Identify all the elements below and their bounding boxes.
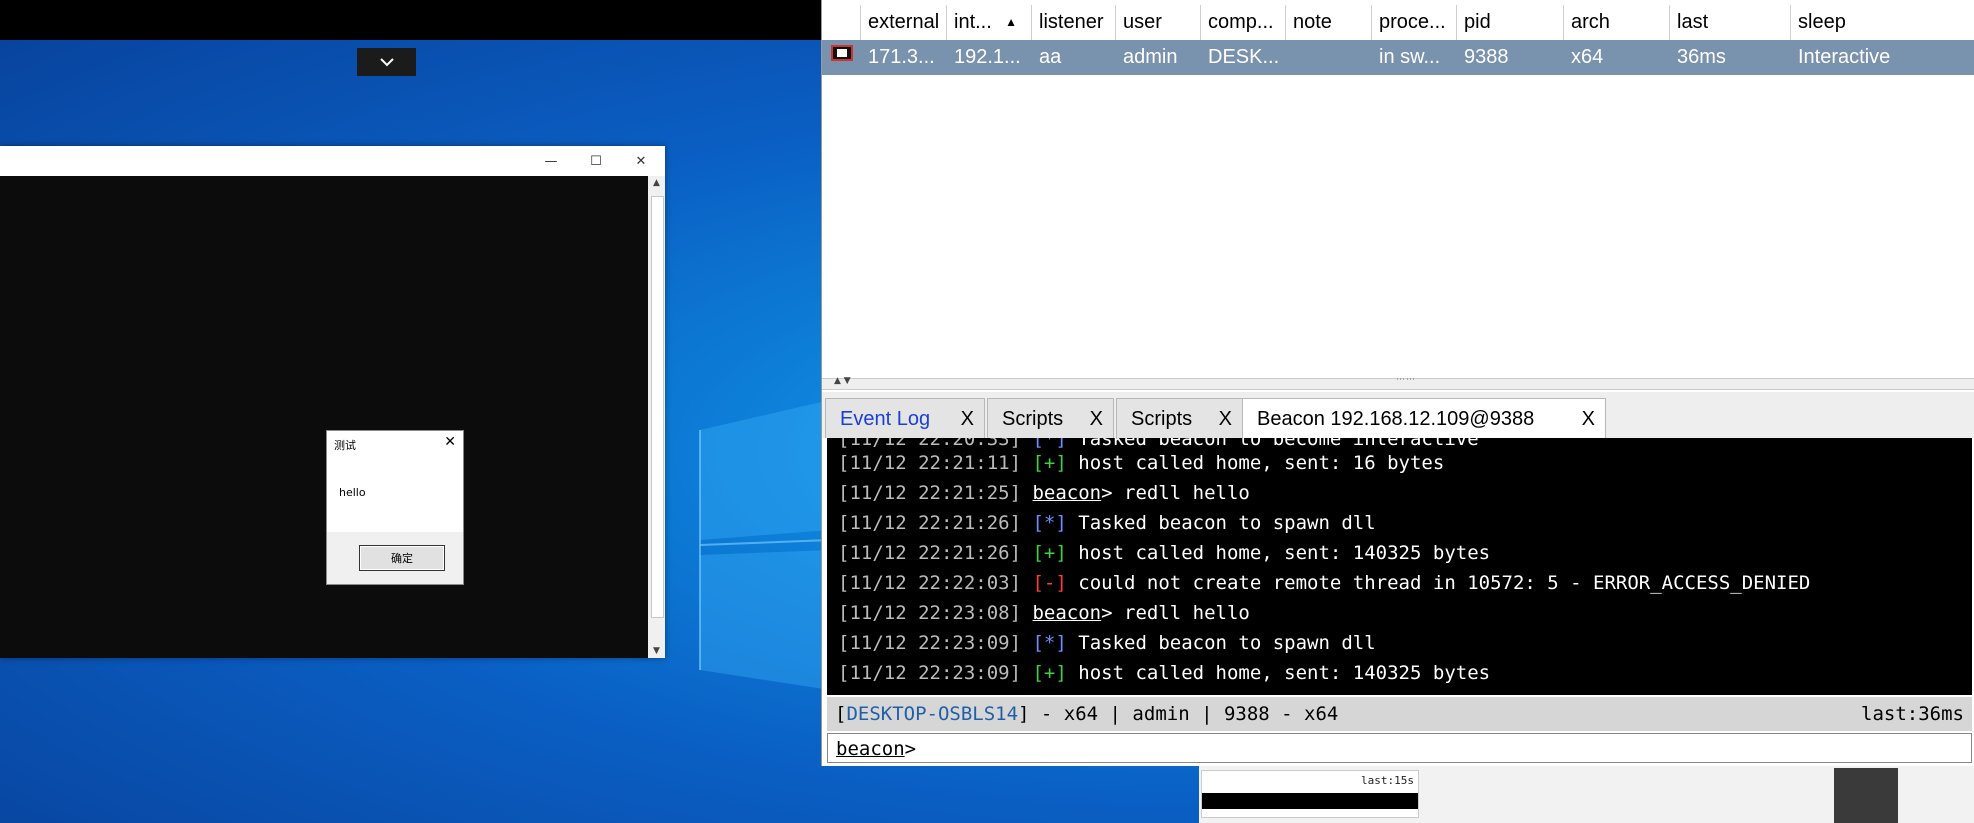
tab-label: Beacon 192.168.12.109@9388: [1257, 408, 1535, 430]
tab-close-button[interactable]: X: [1219, 399, 1232, 439]
column-header-last[interactable]: last: [1670, 5, 1791, 40]
vertical-scrollbar[interactable]: ▲ ▼: [648, 176, 665, 658]
ok-button[interactable]: 确定: [359, 545, 445, 571]
cell-process: in sw...: [1379, 46, 1441, 68]
dialog-message: hello: [339, 486, 366, 499]
beacon-status-bar: [DESKTOP-OSBLS14] - x64 | admin | 9388 -…: [827, 697, 1972, 731]
maximize-button[interactable]: ☐: [586, 151, 606, 171]
beacon-table-header: external int... ▲ listener user comp... n…: [822, 5, 1974, 41]
column-header-listener[interactable]: listener: [1032, 5, 1116, 40]
tab-bar: Event Log X Scripts X Scripts X Beacon 1…: [822, 392, 1974, 438]
tab-close-button[interactable]: X: [1582, 399, 1595, 439]
column-header-internal[interactable]: int... ▲: [947, 5, 1032, 40]
console-output-area: [0, 176, 648, 658]
column-header-pid[interactable]: pid: [1457, 5, 1564, 40]
dialog-footer: 确定: [327, 532, 463, 584]
minimize-button[interactable]: —: [541, 151, 561, 171]
cell-arch: x64: [1571, 46, 1604, 68]
column-header-internal-label: int...: [954, 11, 992, 33]
scroll-up-icon[interactable]: ▲: [648, 178, 665, 188]
scrollbar-thumb[interactable]: [651, 196, 664, 618]
cell-listener: aa: [1039, 46, 1062, 68]
sort-ascending-icon: ▲: [1005, 15, 1017, 29]
scroll-down-icon[interactable]: ▼: [648, 646, 665, 656]
cell-pid: 9388: [1464, 46, 1509, 68]
console-line: [11/12 22:21:26] [*] Tasked beacon to sp…: [838, 512, 1376, 534]
column-header-arch[interactable]: arch: [1564, 5, 1670, 40]
background-last-label: last:15s: [1361, 774, 1414, 787]
message-box-dialog: 测试 ✕ hello 确定: [326, 430, 464, 585]
background-console-bar: [1202, 793, 1418, 809]
tab-label: Scripts: [1002, 408, 1064, 430]
prompt-label: beacon: [836, 738, 905, 760]
beacon-command-input[interactable]: beacon>: [827, 733, 1972, 763]
table-row[interactable]: 171.3... 192.1... aa admin DESK... in sw…: [822, 40, 1974, 75]
column-header-process[interactable]: proce...: [1372, 5, 1457, 40]
console-line: [11/12 22:23:08] beacon> redll hello: [838, 602, 1250, 624]
beacon-computer-icon: [830, 40, 860, 75]
tab-label: Scripts: [1131, 408, 1193, 430]
cell-note: [1286, 40, 1372, 75]
tab-close-button[interactable]: X: [961, 399, 974, 439]
console-line: [11/12 22:21:26] [+] host called home, s…: [838, 542, 1491, 564]
split-grip-icon[interactable]: ⋯⋯: [1396, 375, 1416, 385]
tab-scripts-1[interactable]: Scripts X: [987, 398, 1114, 438]
status-info: [DESKTOP-OSBLS14] - x64 | admin | 9388 -…: [835, 703, 1339, 725]
dialog-title: 测试: [334, 439, 356, 452]
remote-desktop-toggle-button[interactable]: [357, 48, 416, 76]
column-header-note[interactable]: note: [1286, 5, 1372, 40]
windows-logo-light: [699, 400, 830, 690]
column-header-external[interactable]: external: [861, 5, 947, 40]
console-line: [11/12 22:22:03] [-] could not create re…: [838, 572, 1811, 594]
tab-event-log[interactable]: Event Log X: [825, 398, 985, 438]
cobalt-strike-window: external int... ▲ listener user comp... n…: [821, 0, 1974, 766]
split-arrows-icon[interactable]: ▲ ▼: [834, 376, 851, 386]
status-host: DESKTOP-OSBLS14: [846, 703, 1019, 725]
cell-external: 171.3...: [868, 46, 935, 68]
tab-beacon[interactable]: Beacon 192.168.12.109@9388 X: [1242, 398, 1606, 438]
status-last: last:36ms: [1861, 703, 1964, 725]
console-line: [11/12 22:21:11] [+] host called home, s…: [838, 452, 1445, 474]
dialog-close-button[interactable]: ✕: [444, 434, 456, 450]
column-header-computer[interactable]: comp...: [1201, 5, 1286, 40]
background-console: last:15s: [1201, 770, 1419, 818]
console-line: [11/12 22:23:09] [+] host called home, s…: [838, 662, 1491, 684]
background-dark-panel: [1834, 768, 1898, 823]
cell-computer: DESK...: [1208, 46, 1280, 68]
console-line: [11/12 22:21:25] beacon> redll hello: [838, 482, 1250, 504]
cell-sleep: Interactive: [1798, 46, 1891, 68]
console-line: [11/12 22:23:09] [*] Tasked beacon to sp…: [838, 632, 1376, 654]
app-titlebar: — ☐ ✕: [0, 146, 665, 176]
column-header-sleep[interactable]: sleep: [1791, 5, 1974, 40]
close-button[interactable]: ✕: [631, 151, 651, 171]
cell-last: 36ms: [1677, 46, 1726, 68]
remote-desktop-topbar: [0, 0, 825, 40]
tab-label: Event Log: [840, 408, 931, 430]
tab-scripts-2[interactable]: Scripts X: [1116, 398, 1243, 438]
console-line: [11/12 22:20:33] [*] Tasked beacon to be…: [838, 438, 1479, 450]
cell-user: admin: [1123, 46, 1178, 68]
cell-internal: 192.1...: [954, 46, 1021, 68]
column-header-user[interactable]: user: [1116, 5, 1201, 40]
beacon-console-output: [11/12 22:20:33] [*] Tasked beacon to be…: [827, 438, 1972, 695]
chevron-down-icon: [379, 58, 394, 67]
tab-close-button[interactable]: X: [1090, 399, 1103, 439]
prompt-suffix: >: [904, 738, 917, 760]
split-pane-divider[interactable]: ▲ ▼ ⋯⋯: [822, 375, 1974, 390]
column-header-icon[interactable]: [822, 5, 861, 40]
